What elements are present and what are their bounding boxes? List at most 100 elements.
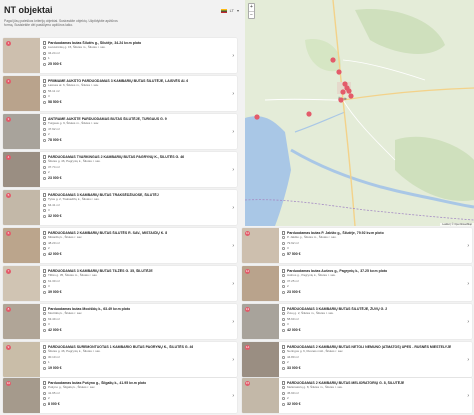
listing-photo[interactable]: 9 [3, 342, 40, 377]
price-tag-icon [43, 177, 46, 181]
bookmark-icon[interactable] [43, 155, 46, 159]
listing-number-badge: 13 [245, 307, 250, 312]
map-marker[interactable] [340, 89, 346, 95]
chevron-down-icon[interactable]: ▾ [237, 8, 239, 13]
listing-photo[interactable]: 4 [3, 152, 40, 187]
listing-details: ANTRAME AUKŠTE PARDUODAMAS BUTAS ŠILUTĖJ… [43, 117, 229, 143]
chevron-right-icon[interactable]: › [232, 243, 234, 249]
map-marker[interactable] [336, 69, 342, 75]
listing-card[interactable]: 9 PARDUODAMAS SUREMONTUOTAS 1 KAMBARIO B… [3, 342, 237, 377]
listing-card[interactable]: 4 PARDUODAMAS TVARKINGAS 2 KAMBARIŲ BUTA… [3, 152, 237, 187]
listing-card[interactable]: 10 Parduodamas butas Pušyno g., Šilgalių… [3, 378, 237, 413]
listing-card[interactable]: 7 PARDUODAMAS 3 KAMBARIŲ BUTAS TILŽĖS G.… [3, 266, 237, 301]
listing-card[interactable]: 3 ANTRAME AUKŠTE PARDUODAMAS BUTAS ŠILUT… [3, 114, 237, 149]
listing-number-badge: 1 [6, 41, 11, 46]
chevron-right-icon[interactable]: › [232, 167, 234, 173]
chevron-right-icon[interactable]: › [232, 205, 234, 211]
bookmark-icon[interactable] [43, 79, 46, 83]
rooms-icon [43, 247, 46, 251]
listing-card[interactable]: 5 PARDUODAMAS 3 KAMBARIŲ BUTAS TRAKSĖDŽI… [3, 190, 237, 225]
listing-photo[interactable]: 5 [3, 190, 40, 225]
listing-number-badge: 7 [6, 269, 11, 274]
bookmark-icon[interactable] [43, 231, 46, 235]
flag-icon[interactable] [220, 8, 227, 13]
listing-price: 19 000 € [48, 365, 62, 370]
listing-card[interactable]: 8 Parduodamas butas Mociškių k., 63.49 k… [3, 304, 237, 339]
map-marker[interactable] [306, 111, 312, 117]
location-pin-icon [282, 386, 285, 390]
bookmark-icon[interactable] [43, 193, 46, 197]
chevron-right-icon[interactable]: › [232, 129, 234, 135]
listing-photo[interactable]: 15 [242, 378, 279, 413]
listing-photo[interactable]: 3 [3, 114, 40, 149]
map-attribution[interactable]: Leaflet | © OpenStreetMap [440, 223, 474, 226]
bookmark-icon[interactable] [282, 307, 285, 311]
listing-details: PARDUODAMAS 3 KAMBARIŲ BUTAS ŠILUTĖJE, Ž… [282, 307, 464, 333]
bookmark-icon[interactable] [282, 269, 285, 273]
map-canvas[interactable]: Šilutė [245, 0, 474, 226]
listing-photo[interactable]: 13 [242, 304, 279, 339]
listing-photo[interactable]: 11 [242, 228, 279, 263]
listing-price-row: 25 000 € [43, 62, 229, 68]
map-marker[interactable] [348, 93, 354, 99]
listing-photo[interactable]: 6 [3, 228, 40, 263]
listing-photo[interactable]: 12 [242, 266, 279, 301]
zoom-out-button[interactable]: − [249, 11, 254, 18]
map-marker[interactable] [346, 88, 352, 94]
listing-details: PARDUODAMAS 2 KAMBARIŲ BUTAS ŠILUTĖS R. … [43, 231, 229, 257]
listing-photo[interactable]: 7 [3, 266, 40, 301]
rooms-icon [43, 285, 46, 289]
listing-photo[interactable]: 1 [3, 38, 40, 73]
bookmark-icon[interactable] [43, 269, 46, 273]
listing-details: PARDUODAMAS 3 KAMBARIŲ BUTAS TRAKSĖDŽIUO… [43, 193, 229, 219]
price-tag-icon [43, 63, 46, 67]
bookmark-icon[interactable] [282, 381, 285, 385]
listing-photo[interactable]: 10 [3, 378, 40, 413]
rooms-icon [282, 285, 285, 289]
chevron-right-icon[interactable]: › [232, 91, 234, 97]
listing-card[interactable]: 11 Parduodamas butas P. Jakšto g., Šilut… [242, 228, 472, 263]
listing-card[interactable]: 1 Parduodamas butas Šilutės g., Šilutėje… [3, 38, 237, 73]
listing-details: PARDUODAMAS SUREMONTUOTAS 1 KAMBARIO BUT… [43, 345, 229, 371]
listing-card[interactable]: 13 PARDUODAMAS 3 KAMBARIŲ BUTAS ŠILUTĖJE… [242, 304, 472, 339]
chevron-right-icon[interactable]: › [467, 281, 469, 287]
bookmark-icon[interactable] [43, 307, 46, 311]
language-code[interactable]: LT [230, 8, 234, 13]
listing-details: PARDUODAMAS TVARKINGAS 2 KAMBARIŲ BUTAS … [43, 155, 229, 181]
listing-photo[interactable]: 2 [3, 76, 40, 111]
bookmark-icon[interactable] [282, 345, 285, 349]
map-marker[interactable] [338, 97, 344, 103]
listing-card[interactable]: 15 PARDUODAMAS 2 KAMBARIŲ BUTAS MELIORAT… [242, 378, 472, 413]
listing-details: PRIIMAME AUKŠTO PARDUODAMAS 3 KAMBARIŲ B… [43, 79, 229, 105]
bookmark-icon[interactable] [43, 381, 46, 385]
zoom-in-button[interactable]: + [249, 4, 254, 11]
chevron-right-icon[interactable]: › [232, 281, 234, 287]
listing-card[interactable]: 6 PARDUODAMAS 2 KAMBARIŲ BUTAS ŠILUTĖS R… [3, 228, 237, 263]
location-pin-icon [43, 350, 46, 354]
listing-photo[interactable]: 8 [3, 304, 40, 339]
listing-card[interactable]: 12 Parduodamas butas Aušros g., Pagrynių… [242, 266, 472, 301]
map-marker[interactable] [330, 57, 336, 63]
map-marker[interactable] [254, 114, 260, 120]
bookmark-icon[interactable] [43, 345, 46, 349]
location-pin-icon [43, 312, 46, 316]
chevron-right-icon[interactable]: › [467, 319, 469, 325]
bookmark-icon[interactable] [43, 117, 46, 121]
chevron-right-icon[interactable]: › [467, 357, 469, 363]
chevron-right-icon[interactable]: › [232, 393, 234, 399]
bookmark-icon[interactable] [282, 231, 285, 235]
chevron-right-icon[interactable]: › [232, 357, 234, 363]
chevron-right-icon[interactable]: › [232, 319, 234, 325]
area-icon [43, 317, 46, 321]
listing-price: 57 500 € [287, 251, 301, 256]
listing-card[interactable]: 2 PRIIMAME AUKŠTO PARDUODAMAS 3 KAMBARIŲ… [3, 76, 237, 111]
listing-card[interactable]: 14 PARDUODAMAS 2 KAMBARIŲ BUTAS NETOLI N… [242, 342, 472, 377]
listing-number-badge: 2 [6, 79, 11, 84]
chevron-right-icon[interactable]: › [467, 393, 469, 399]
area-icon [43, 203, 46, 207]
chevron-right-icon[interactable]: › [232, 53, 234, 59]
listing-photo[interactable]: 14 [242, 342, 279, 377]
map[interactable]: Šilutė + − Leaflet | © OpenStreetMap [245, 0, 474, 226]
bookmark-icon[interactable] [43, 41, 46, 45]
chevron-right-icon[interactable]: › [467, 243, 469, 249]
